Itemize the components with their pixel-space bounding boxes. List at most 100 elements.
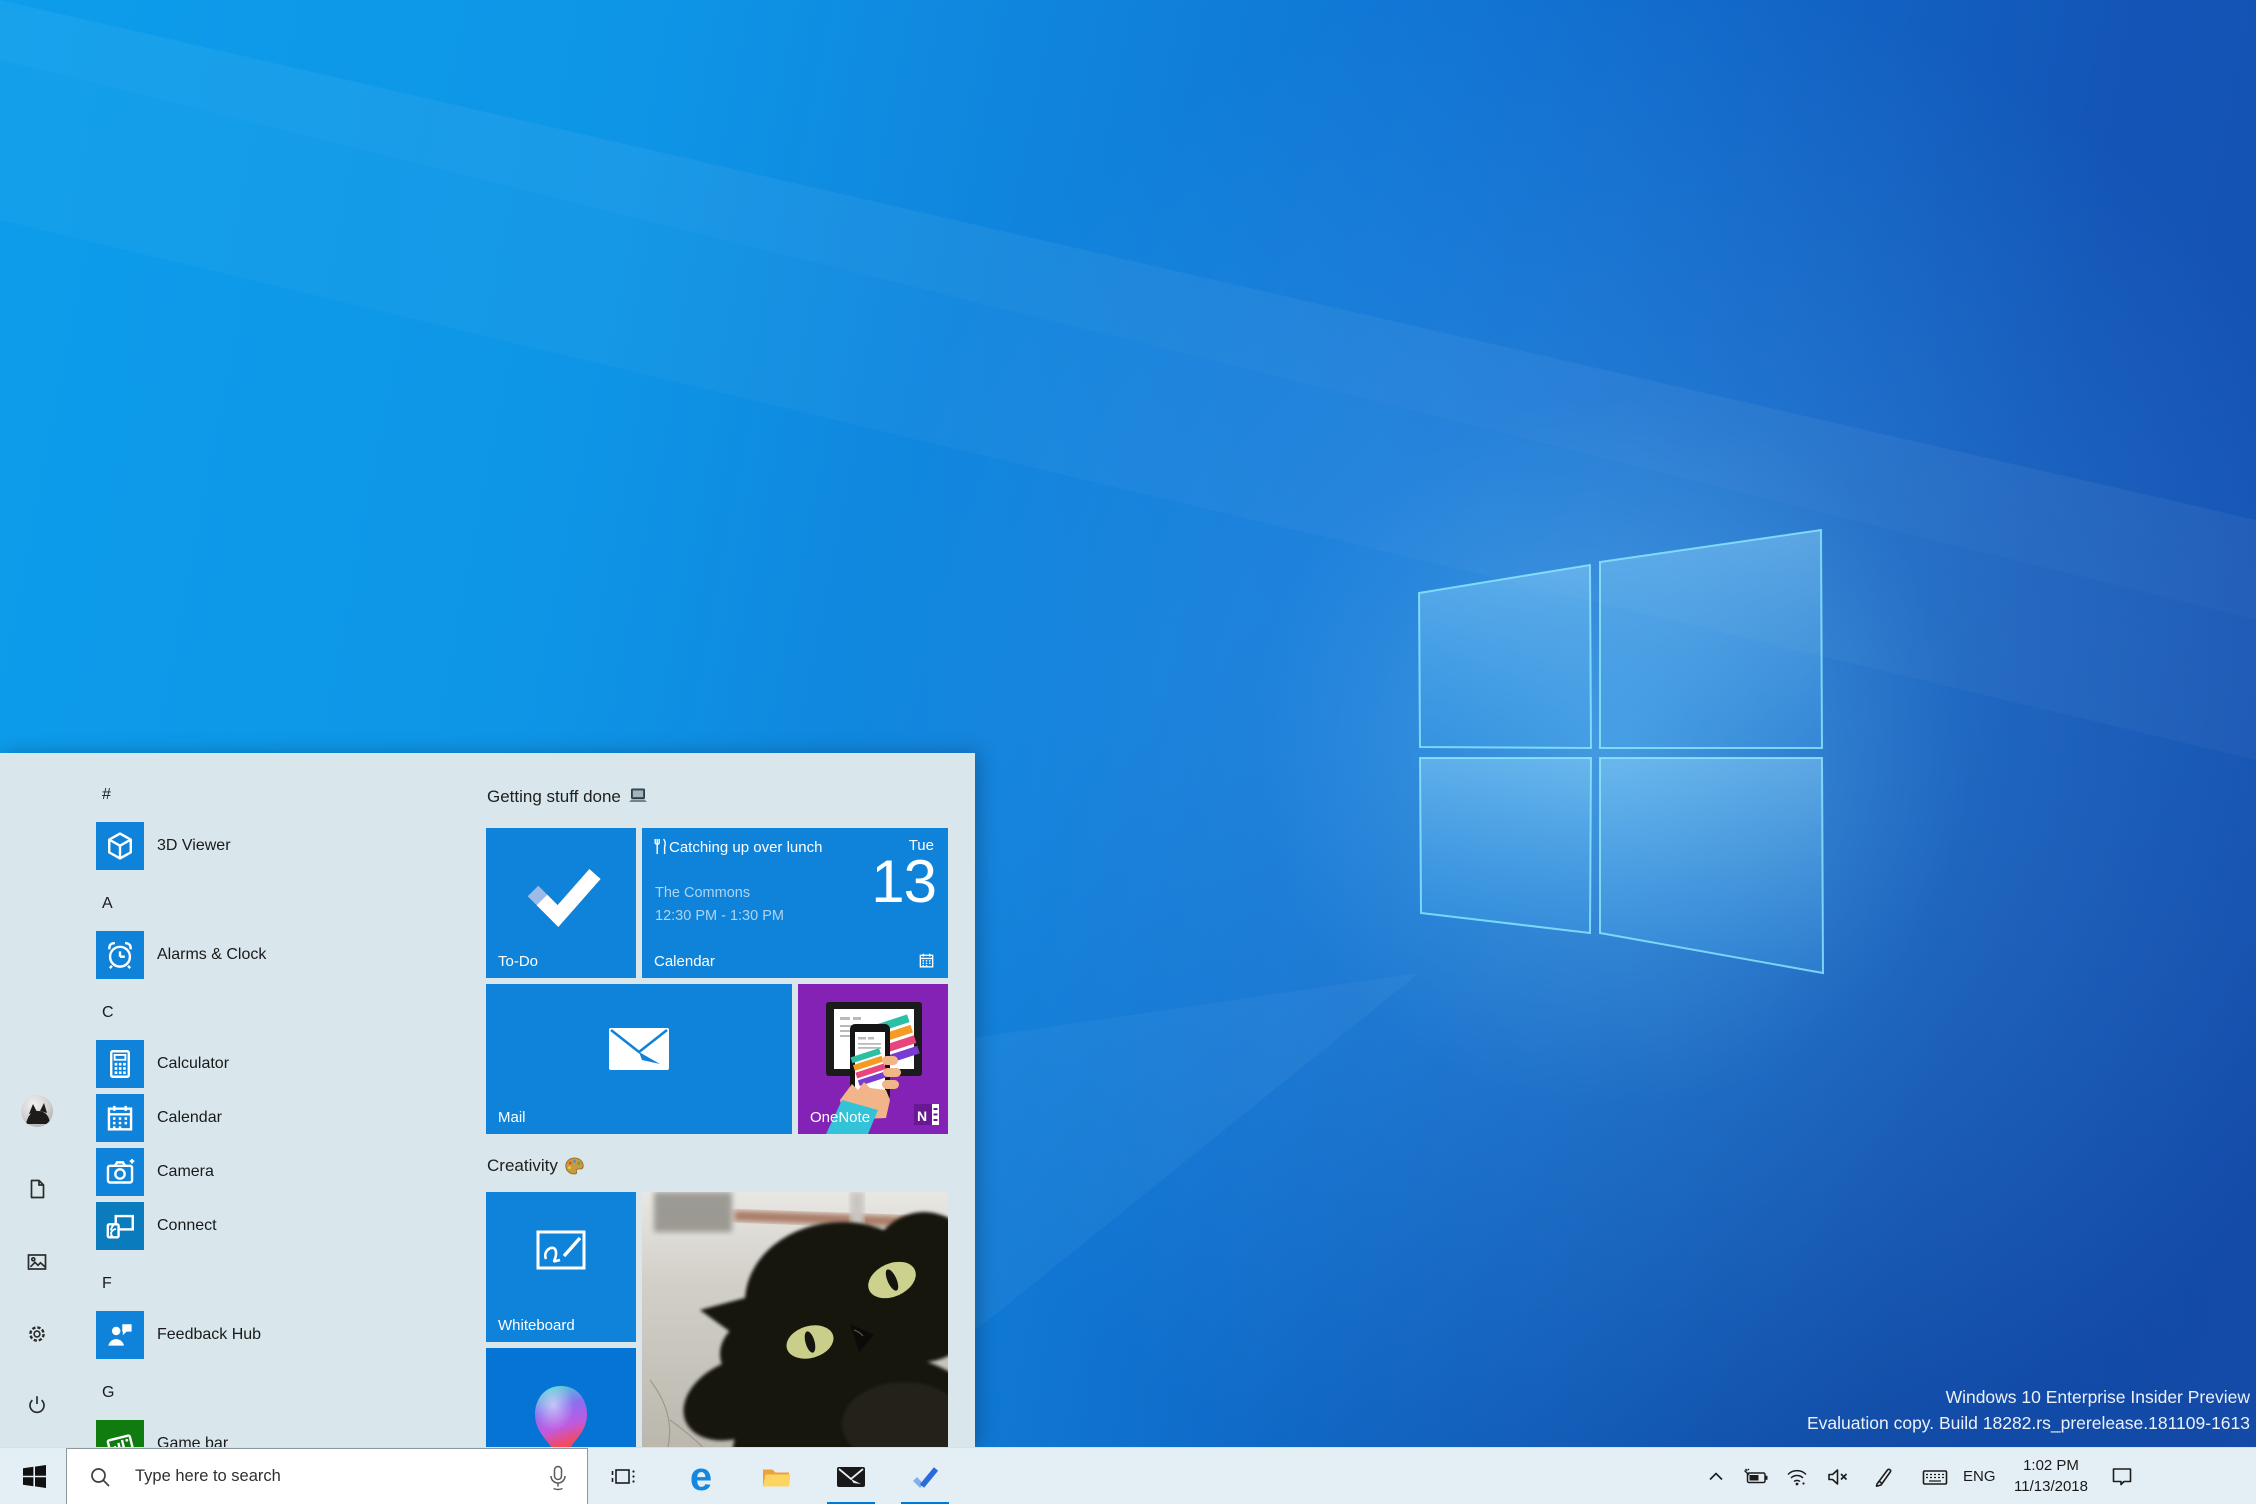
- notification-icon: [2112, 1467, 2132, 1485]
- tile-label: Mail: [498, 1109, 526, 1126]
- edge-icon: e: [689, 1454, 713, 1499]
- watermark-line1: Windows 10 Enterprise Insider Preview: [1945, 1387, 2250, 1407]
- taskbar-mail-button[interactable]: [827, 1448, 875, 1504]
- app-label: Camera: [157, 1163, 214, 1180]
- app-label: Calendar: [157, 1109, 222, 1126]
- app-list-item-game-bar[interactable]: Game bar: [96, 1420, 456, 1447]
- to-do-icon: [913, 1466, 939, 1488]
- app-list-letter-header[interactable]: C: [102, 1002, 302, 1024]
- gear-icon: [29, 1326, 45, 1342]
- app-list-item-calculator[interactable]: Calculator: [96, 1040, 456, 1088]
- app-label: 3D Viewer: [157, 837, 231, 854]
- app-list-letter-header[interactable]: F: [102, 1273, 302, 1295]
- app-list-item-3d-viewer[interactable]: 3D Viewer: [96, 822, 456, 870]
- app-label: Calculator: [157, 1055, 230, 1072]
- pictures-button[interactable]: [18, 1243, 56, 1281]
- tile-whiteboard[interactable]: Whiteboard: [486, 1192, 636, 1342]
- tile-mail[interactable]: Mail: [486, 984, 792, 1134]
- app-label: Feedback Hub: [157, 1326, 262, 1343]
- file-explorer-icon: [763, 1469, 791, 1487]
- mail-envelope-icon: [609, 1028, 669, 1070]
- wifi-icon: [1787, 1469, 1807, 1485]
- start-menu: #3D Viewer A Alarms & Clock C Calculator Cale…: [0, 753, 975, 1447]
- calendar-event-title: Catching up over lunch: [654, 836, 862, 860]
- app-label: Game bar: [157, 1435, 229, 1447]
- tile-to-do[interactable]: To-Do: [486, 828, 636, 978]
- tile-group-header-creativity[interactable]: Creativity: [487, 1154, 584, 1178]
- app-label: Alarms & Clock: [157, 946, 267, 963]
- calendar-glyph-icon: [917, 951, 936, 970]
- tile-cortana[interactable]: [486, 1348, 636, 1447]
- calendar-icon: [96, 1094, 144, 1142]
- keyboard-icon: [1922, 1469, 1948, 1485]
- svg-text:N: N: [917, 1108, 927, 1124]
- language-indicator[interactable]: ENG: [1963, 1448, 1996, 1504]
- app-list-item-connect[interactable]: Connect: [96, 1202, 456, 1250]
- clock[interactable]: 1:02 PM 11/13/2018: [1992, 1455, 2110, 1497]
- cube-icon: [96, 822, 144, 870]
- group-title: Creativity: [487, 1156, 558, 1175]
- user-account-button[interactable]: [18, 1092, 56, 1130]
- palette-emoji-icon: [565, 1157, 584, 1175]
- windows-start-icon: [22, 1465, 46, 1488]
- calculator-icon: [96, 1040, 144, 1088]
- power-button[interactable]: [18, 1385, 56, 1423]
- app-list-item-camera[interactable]: Camera: [96, 1148, 456, 1196]
- taskbar-edge-button[interactable]: e: [677, 1448, 725, 1504]
- feedback-icon: [96, 1311, 144, 1359]
- tile-photos-cat-photo[interactable]: [642, 1192, 975, 1447]
- windows-ink-icon[interactable]: [1860, 1448, 1908, 1504]
- start-button[interactable]: [10, 1448, 58, 1504]
- mail-icon: [837, 1466, 865, 1487]
- battery-icon: [1744, 1468, 1768, 1483]
- watermark-line2: Evaluation copy. Build 18282.rs_prerelea…: [1807, 1413, 2250, 1433]
- pen-icon: [1875, 1468, 1892, 1487]
- calendar-event-time: 12:30 PM - 1:30 PM: [655, 908, 784, 924]
- app-list-item-calendar[interactable]: Calendar: [96, 1094, 456, 1142]
- app-list-item-alarms-clock[interactable]: Alarms & Clock: [96, 931, 456, 979]
- settings-button[interactable]: [18, 1315, 56, 1353]
- documents-button[interactable]: [18, 1170, 56, 1208]
- taskbar: Type here to search e ENG 1:02 PM 11/13/…: [0, 1447, 2256, 1504]
- task-view-button[interactable]: [599, 1448, 647, 1504]
- search-placeholder: Type here to search: [135, 1467, 281, 1485]
- tile-label: Whiteboard: [498, 1317, 575, 1334]
- tile-calendar[interactable]: Catching up over lunch The Commons 12:30…: [642, 828, 948, 978]
- clock-time: 1:02 PM: [2023, 1457, 2079, 1474]
- power-icon: [29, 1396, 45, 1414]
- clock-date: 11/13/2018: [2014, 1478, 2088, 1495]
- camera-icon: [96, 1148, 144, 1196]
- onenote-logo-icon: N: [914, 1104, 939, 1125]
- search-input[interactable]: Type here to search: [66, 1448, 588, 1504]
- alarm-icon: [96, 931, 144, 979]
- calendar-event-location: The Commons: [655, 885, 751, 901]
- chevron-up-icon: [1709, 1471, 1723, 1480]
- search-icon: [91, 1467, 110, 1487]
- tile-label: OneNote: [810, 1109, 871, 1126]
- volume-status-icon[interactable]: [1814, 1448, 1862, 1504]
- laptop-emoji-icon: [628, 788, 647, 802]
- tile-onenote[interactable]: OneNote N: [798, 984, 948, 1134]
- connect-icon: [96, 1202, 144, 1250]
- cat-photo: [642, 1192, 975, 1447]
- tile-group-header-getting-stuff-done[interactable]: Getting stuff done: [487, 785, 648, 809]
- tile-label: To-Do: [498, 953, 539, 970]
- cortana-icon: [535, 1386, 587, 1447]
- taskbar-file-explorer-button[interactable]: [752, 1448, 800, 1504]
- volume-muted-icon: [1827, 1468, 1847, 1485]
- avatar: [21, 1095, 53, 1127]
- taskbar-to-do-button[interactable]: [901, 1448, 949, 1504]
- microphone-icon[interactable]: [547, 1465, 569, 1491]
- task-view-icon: [611, 1468, 635, 1484]
- evaluation-watermark: Windows 10 Enterprise Insider Preview Ev…: [1807, 1384, 2250, 1436]
- group-title: Getting stuff done: [487, 787, 621, 806]
- app-list-letter-header[interactable]: #: [102, 784, 302, 806]
- document-icon: [30, 1179, 45, 1199]
- desktop: Windows 10 Enterprise Insider Preview Ev…: [0, 0, 2256, 1504]
- app-list-letter-header[interactable]: G: [102, 1382, 302, 1404]
- app-list-letter-header[interactable]: A: [102, 893, 302, 915]
- action-center-button[interactable]: [2098, 1448, 2146, 1504]
- app-label: Connect: [157, 1217, 217, 1234]
- touch-keyboard-icon[interactable]: [1911, 1448, 1959, 1504]
- app-list-item-feedback-hub[interactable]: Feedback Hub: [96, 1311, 456, 1359]
